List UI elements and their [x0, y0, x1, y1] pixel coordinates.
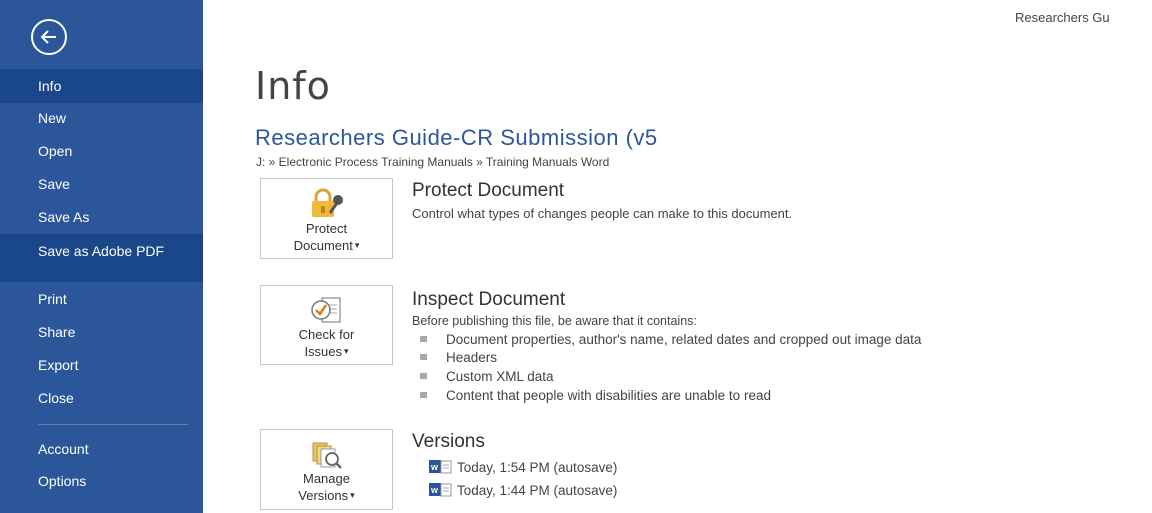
protect-document-label-1: Protect	[305, 221, 348, 236]
version-item[interactable]: w Today, 1:44 PM (autosave)	[429, 482, 617, 499]
protect-document-description: Control what types of changes people can…	[412, 206, 793, 221]
check-for-issues-label-1: Check for	[298, 327, 355, 342]
sidebar-item-options[interactable]: Options	[0, 465, 203, 497]
bullet-square-icon	[420, 336, 427, 342]
manage-versions-button[interactable]: Manage Versions ▾	[260, 429, 393, 510]
sidebar-item-label: Account	[38, 441, 89, 457]
check-for-issues-button[interactable]: Check for Issues ▾	[260, 285, 393, 365]
sidebar-item-label: Share	[38, 324, 76, 340]
sidebar-item-label: Open	[38, 143, 73, 159]
protect-document-heading: Protect Document	[412, 180, 565, 201]
page-title: Info	[255, 64, 331, 108]
sidebar-item-label: Export	[38, 357, 79, 373]
manage-versions-icon	[312, 442, 342, 469]
word-document-icon: w	[429, 483, 452, 497]
sidebar-item-label: Info	[38, 78, 62, 94]
sidebar-item-save-as-adobe-pdf[interactable]: Save as Adobe PDF	[0, 234, 203, 282]
svg-text:w: w	[430, 462, 439, 472]
word-document-icon: w	[429, 460, 452, 474]
sidebar-item-new[interactable]: New	[0, 102, 203, 134]
inspect-bullet-item: Custom XML data	[420, 368, 554, 385]
bullet-square-icon	[420, 392, 427, 398]
lock-key-icon	[312, 188, 343, 217]
bullet-square-icon	[420, 373, 427, 379]
dropdown-caret-icon: ▾	[350, 490, 355, 500]
sidebar-item-label: Close	[38, 390, 74, 406]
versions-heading: Versions	[412, 431, 485, 452]
inspect-document-description: Before publishing this file, be aware th…	[412, 314, 697, 328]
sidebar-item-label: New	[38, 110, 67, 126]
dropdown-caret-icon: ▾	[344, 346, 349, 356]
document-name: Researchers Guide-CR Submission (v5	[255, 125, 658, 150]
protect-document-label-2: Document ▾	[293, 238, 360, 253]
sidebar-item-close[interactable]: Close	[0, 382, 203, 414]
inspect-bullet-item: Content that people with disabilities ar…	[420, 387, 771, 404]
sidebar-divider	[38, 424, 188, 425]
manage-versions-label-1: Manage	[303, 471, 350, 486]
sidebar-item-label: Save	[38, 176, 70, 192]
bullet-square-icon	[420, 354, 427, 360]
sidebar-item-label: Save As	[38, 209, 90, 225]
sidebar-item-label: Save as Adobe PDF	[38, 243, 165, 259]
window-document-title: Researchers Gu	[1015, 10, 1110, 25]
version-item[interactable]: w Today, 1:54 PM (autosave)	[429, 459, 617, 476]
document-path[interactable]: J: » Electronic Process Training Manuals…	[256, 155, 609, 169]
check-for-issues-label-2: Issues ▾	[304, 344, 349, 359]
sidebar-item-open[interactable]: Open	[0, 135, 203, 167]
backstage-sidebar: Info New Open Save Save As Save as Adobe…	[0, 0, 203, 513]
inspect-bullet-item: Headers	[420, 349, 497, 366]
sidebar-item-label: Options	[38, 473, 87, 489]
svg-text:w: w	[430, 485, 439, 495]
inspect-document-heading: Inspect Document	[412, 289, 566, 310]
dropdown-caret-icon: ▾	[354, 240, 360, 250]
manage-versions-label-2: Versions ▾	[298, 488, 355, 503]
sidebar-item-account[interactable]: Account	[0, 433, 203, 465]
sidebar-item-save-as[interactable]: Save As	[0, 201, 203, 233]
sidebar-item-save[interactable]: Save	[0, 168, 203, 200]
sidebar-item-share[interactable]: Share	[0, 316, 203, 348]
inspect-document-icon	[311, 297, 341, 323]
sidebar-item-export[interactable]: Export	[0, 349, 203, 381]
sidebar-item-label: Print	[38, 291, 67, 307]
protect-document-button[interactable]: Protect Document ▾	[260, 178, 393, 259]
sidebar-item-print[interactable]: Print	[0, 283, 203, 315]
sidebar-item-info[interactable]: Info	[0, 69, 203, 103]
back-arrow-icon[interactable]	[31, 19, 67, 55]
inspect-bullet-item: Document properties, author's name, rela…	[420, 331, 921, 348]
